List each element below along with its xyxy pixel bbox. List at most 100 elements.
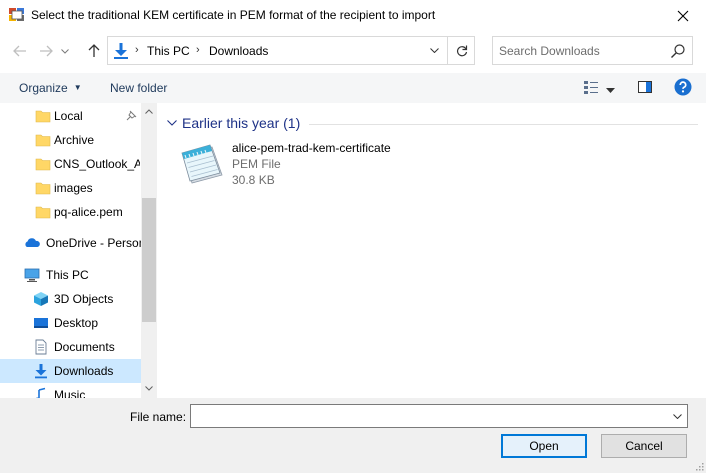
- preview-pane-button[interactable]: [637, 79, 653, 98]
- scroll-up-button[interactable]: [141, 103, 157, 119]
- caret-down-icon: [606, 88, 615, 93]
- close-button[interactable]: [660, 0, 706, 31]
- resize-grip-icon[interactable]: [694, 461, 704, 471]
- recent-locations-button[interactable]: [58, 40, 72, 62]
- sidebar-item-cns-outlook[interactable]: CNS_Outlook_Add: [0, 152, 141, 176]
- group-header-label: Earlier this year (1): [182, 115, 301, 131]
- sidebar-item-desktop[interactable]: Desktop: [0, 311, 141, 335]
- command-bar: Organize ▼ New folder: [0, 73, 706, 103]
- breadcrumb-downloads[interactable]: Downloads: [209, 44, 268, 58]
- breadcrumb-separator: ›: [196, 44, 200, 56]
- address-bar[interactable]: › This PC › Downloads: [107, 36, 475, 65]
- sidebar-item-archive[interactable]: Archive: [0, 128, 141, 152]
- arrow-left-icon: [13, 45, 26, 57]
- preview-pane-icon: [638, 81, 652, 93]
- navigation-pane: Local Archive CNS_Outlook_Add images pq-…: [0, 103, 157, 398]
- breadcrumb-separator: ›: [135, 44, 139, 56]
- onedrive-icon: [25, 238, 40, 247]
- file-name-dropdown[interactable]: [667, 405, 687, 427]
- folder-icon: [35, 182, 51, 195]
- view-options-dropdown[interactable]: [606, 83, 615, 97]
- change-view-button[interactable]: [583, 79, 599, 98]
- file-size: 30.8 KB: [232, 173, 275, 187]
- sidebar-item-label: pq-alice.pem: [54, 205, 123, 219]
- file-name-input[interactable]: [195, 408, 665, 424]
- sidebar-item-onedrive[interactable]: OneDrive - Person: [0, 231, 141, 255]
- sidebar-item-label: OneDrive - Person: [46, 236, 141, 250]
- scroll-down-button[interactable]: [141, 380, 157, 396]
- organize-label: Organize: [19, 81, 68, 95]
- documents-icon: [35, 339, 47, 355]
- help-icon: [674, 78, 692, 96]
- sidebar-item-label: Desktop: [54, 316, 99, 330]
- folder-icon: [35, 110, 51, 123]
- up-button[interactable]: [84, 40, 104, 62]
- pin-icon[interactable]: [126, 110, 137, 121]
- refresh-icon: [456, 45, 467, 56]
- search-box[interactable]: [492, 36, 693, 65]
- sidebar-item-local[interactable]: Local: [0, 104, 141, 128]
- app-icon: [9, 8, 24, 21]
- file-name-label: File name:: [130, 410, 187, 424]
- bottom-panel: File name: Open Cancel: [0, 398, 706, 473]
- file-list-pane: Earlier this year (1) alice-pem-trad-kem…: [157, 103, 706, 398]
- help-button[interactable]: [674, 78, 692, 99]
- sidebar-item-label: This PC: [46, 268, 89, 282]
- file-name-combobox[interactable]: [190, 404, 688, 428]
- scrollbar-thumb[interactable]: [142, 198, 156, 322]
- chevron-down-icon: [145, 385, 153, 391]
- sidebar-item-label: Local: [54, 109, 83, 123]
- chevron-up-icon: [145, 108, 153, 114]
- folder-icon: [35, 206, 51, 219]
- file-type: PEM File: [232, 157, 281, 171]
- sidebar-item-3d-objects[interactable]: 3D Objects: [0, 287, 141, 311]
- pc-icon: [24, 268, 40, 282]
- sidebar-item-label: images: [54, 181, 93, 195]
- notepad-file-icon: [181, 144, 223, 184]
- sidebar-item-label: 3D Objects: [54, 292, 114, 306]
- search-icon: [671, 44, 685, 58]
- music-icon: [36, 387, 46, 398]
- desktop-icon: [34, 318, 48, 328]
- search-input[interactable]: [499, 43, 664, 59]
- folder-icon: [35, 158, 51, 171]
- new-folder-button[interactable]: New folder: [110, 81, 167, 95]
- sidebar-item-music[interactable]: Music: [0, 383, 141, 398]
- forward-button[interactable]: [36, 40, 56, 62]
- title-bar: Select the traditional KEM certificate i…: [0, 0, 706, 31]
- close-icon: [677, 10, 689, 21]
- caret-down-icon: ▼: [73, 83, 82, 92]
- chevron-down-icon: [429, 48, 439, 53]
- chevron-down-icon: [167, 120, 177, 126]
- sidebar-item-label: CNS_Outlook_Add: [54, 157, 140, 171]
- sidebar-item-label: Downloads: [54, 364, 114, 378]
- sidebar-item-this-pc[interactable]: This PC: [0, 263, 141, 287]
- refresh-button[interactable]: [447, 37, 475, 64]
- sidebar-item-pq-alice[interactable]: pq-alice.pem: [0, 200, 141, 224]
- group-header[interactable]: Earlier this year (1): [167, 115, 300, 131]
- sidebar-item-label: Documents: [54, 340, 115, 354]
- sidebar-item-documents[interactable]: Documents: [0, 335, 141, 359]
- sidebar-item-images[interactable]: images: [0, 176, 141, 200]
- organize-menu[interactable]: Organize ▼: [19, 81, 82, 95]
- file-name: alice-pem-trad-kem-certificate: [232, 141, 391, 155]
- breadcrumb-this-pc[interactable]: This PC: [147, 44, 190, 58]
- chevron-down-icon: [672, 413, 682, 419]
- download-icon: [114, 43, 128, 59]
- sidebar-item-label: Archive: [54, 133, 95, 147]
- download-icon: [35, 364, 47, 379]
- back-button[interactable]: [10, 40, 30, 62]
- file-item[interactable]: alice-pem-trad-kem-certificate PEM File …: [173, 139, 413, 191]
- arrow-right-icon: [40, 45, 53, 57]
- group-divider: [309, 124, 698, 125]
- sidebar-item-downloads[interactable]: Downloads: [0, 359, 141, 383]
- window-title: Select the traditional KEM certificate i…: [31, 8, 436, 22]
- open-button[interactable]: Open: [501, 434, 587, 458]
- cancel-button[interactable]: Cancel: [601, 434, 687, 458]
- folder-icon: [35, 134, 51, 147]
- chevron-down-icon: [61, 48, 69, 54]
- details-view-icon: [584, 81, 598, 94]
- sidebar-item-label: Music: [54, 388, 86, 398]
- address-dropdown[interactable]: [422, 37, 446, 64]
- navigation-scrollbar[interactable]: [141, 103, 157, 398]
